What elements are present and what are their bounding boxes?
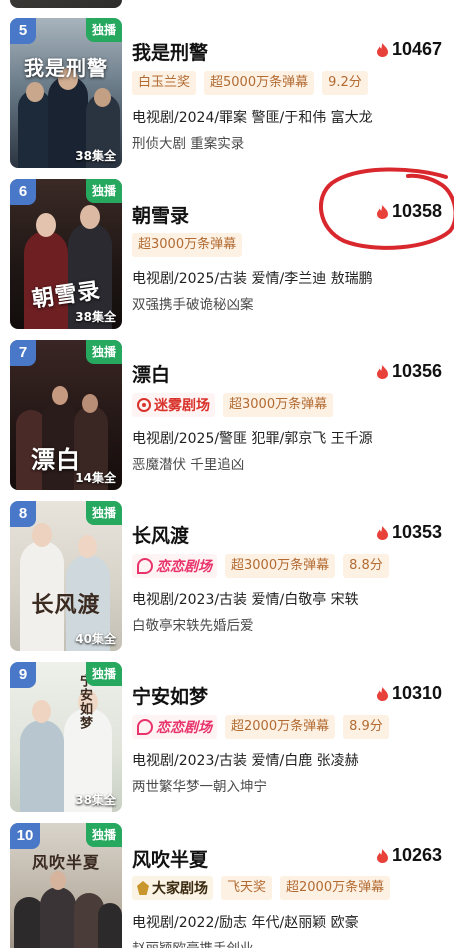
poster[interactable]: 宁安如梦 9 独播 38集全	[10, 662, 122, 812]
heat-score: 10263	[376, 845, 442, 866]
rank-badge: 8	[10, 501, 36, 527]
heat-value: 10467	[391, 39, 442, 59]
list-item[interactable]: 朝雪录 6 独播 38集全 朝雪录 10358 超3000万条弹幕 电视剧/20…	[0, 179, 454, 339]
heat-score: 10467	[376, 39, 442, 60]
list-item[interactable]: 宁安如梦 9 独播 38集全 宁安如梦 10310 恋恋剧场 超2000万条弹幕…	[0, 662, 454, 822]
brand-label: 恋恋剧场	[156, 720, 212, 736]
danmaku-tag: 超5000万条弹幕	[204, 71, 315, 95]
drama-description: 刑侦大剧 重案实录	[132, 136, 245, 152]
poster-title: 我是刑警	[24, 56, 108, 80]
brand-tag: 恋恋剧场	[132, 715, 217, 739]
drama-title[interactable]: 宁安如梦	[132, 682, 208, 709]
tag-list: 恋恋剧场 超2000万条弹幕 8.9分	[132, 715, 389, 739]
heat-score: 10353	[376, 522, 442, 543]
drama-title[interactable]: 长风渡	[132, 521, 189, 548]
list-item[interactable]: 风吹半夏 10 独播 风吹半夏 10263 大家剧场 飞天奖 超2000万条弹幕…	[0, 823, 454, 948]
poster[interactable]: 漂白 7 独播 14集全	[10, 340, 122, 490]
episode-count: 38集全	[75, 793, 116, 807]
episode-count: 14集全	[75, 471, 116, 485]
exclusive-badge: 独播	[85, 18, 122, 42]
flame-icon	[376, 848, 388, 863]
poster[interactable]: 风吹半夏 10 独播	[10, 823, 122, 948]
score-tag: 8.9分	[343, 715, 389, 739]
tag-list: 超3000万条弹幕	[132, 233, 243, 257]
drama-meta: 电视剧/2024/罪案 警匪/于和伟 富大龙	[132, 110, 373, 126]
episode-count: 38集全	[75, 149, 116, 163]
drama-description: 两世繁华梦一朝入坤宁	[132, 779, 267, 795]
drama-description: 白敬亭宋轶先婚后爱	[132, 618, 254, 634]
brand-tag: 迷雾剧场	[132, 393, 215, 417]
danmaku-tag: 超2000万条弹幕	[225, 715, 336, 739]
exclusive-badge: 独播	[85, 340, 122, 364]
heat-value: 10356	[391, 361, 442, 381]
heat-score: 10358	[376, 201, 442, 222]
flame-icon	[376, 364, 388, 379]
list-item[interactable]: 漂白 7 独播 14集全 漂白 10356 迷雾剧场 超3000万条弹幕 电视剧…	[0, 340, 454, 500]
heat-value: 10358	[391, 201, 442, 221]
drama-meta: 电视剧/2025/警匪 犯罪/郭京飞 王千源	[132, 431, 373, 447]
poster-title: 风吹半夏	[31, 853, 100, 872]
poster[interactable]: 朝雪录 6 独播 38集全	[10, 179, 122, 329]
drama-title[interactable]: 风吹半夏	[132, 845, 208, 872]
exclusive-badge: 独播	[85, 823, 122, 847]
danmaku-tag: 超3000万条弹幕	[223, 393, 334, 417]
tag-list: 白玉兰奖 超5000万条弹幕 9.2分	[132, 71, 368, 95]
tag-list: 迷雾剧场 超3000万条弹幕	[132, 393, 334, 417]
theater-logo-icon	[137, 881, 149, 895]
drama-title[interactable]: 漂白	[132, 360, 170, 387]
flame-icon	[376, 686, 388, 701]
exclusive-badge: 独播	[85, 501, 122, 525]
previous-item-poster[interactable]	[10, 0, 122, 8]
brand-label: 大家剧场	[152, 881, 208, 897]
list-item[interactable]: 我是刑警 5 独播 38集全 我是刑警 10467 白玉兰奖 超5000万条弹幕…	[0, 18, 454, 178]
drama-title[interactable]: 我是刑警	[132, 38, 208, 65]
heat-score: 10356	[376, 361, 442, 382]
rank-badge: 9	[10, 662, 36, 688]
danmaku-tag: 超3000万条弹幕	[132, 233, 243, 257]
score-tag: 8.8分	[343, 554, 389, 578]
score-tag: 9.2分	[322, 71, 368, 95]
rank-badge: 5	[10, 18, 36, 44]
theater-logo-icon	[137, 558, 153, 574]
flame-icon	[376, 525, 388, 540]
tag-list: 大家剧场 飞天奖 超2000万条弹幕	[132, 876, 391, 900]
list-item[interactable]: 长风渡 8 独播 40集全 长风渡 10353 恋恋剧场 超3000万条弹幕 8…	[0, 501, 454, 661]
poster-title: 长风渡	[31, 592, 101, 618]
danmaku-tag: 超2000万条弹幕	[280, 876, 391, 900]
heat-score: 10310	[376, 683, 442, 704]
award-tag: 白玉兰奖	[132, 71, 197, 95]
flame-icon	[376, 204, 388, 219]
rank-badge: 6	[10, 179, 36, 205]
rank-badge: 7	[10, 340, 36, 366]
drama-description: 恶魔潜伏 千里追凶	[132, 457, 245, 473]
episode-count: 40集全	[75, 632, 116, 646]
rank-badge: 10	[10, 823, 40, 849]
heat-value: 10310	[391, 683, 442, 703]
heat-value: 10263	[391, 845, 442, 865]
flame-icon	[376, 42, 388, 57]
poster[interactable]: 我是刑警 5 独播 38集全	[10, 18, 122, 168]
tag-list: 恋恋剧场 超3000万条弹幕 8.8分	[132, 554, 389, 578]
brand-tag: 恋恋剧场	[132, 554, 217, 578]
danmaku-tag: 超3000万条弹幕	[225, 554, 336, 578]
drama-meta: 电视剧/2022/励志 年代/赵丽颖 欧豪	[132, 915, 359, 931]
exclusive-badge: 独播	[85, 179, 122, 203]
episode-count: 38集全	[75, 310, 116, 324]
drama-title[interactable]: 朝雪录	[132, 201, 189, 228]
heat-value: 10353	[391, 522, 442, 542]
drama-meta: 电视剧/2023/古装 爱情/白鹿 张凌赫	[132, 753, 359, 769]
award-tag: 飞天奖	[221, 876, 273, 900]
brand-label: 恋恋剧场	[156, 559, 212, 575]
theater-logo-icon	[137, 719, 153, 735]
drama-meta: 电视剧/2023/古装 爱情/白敬亭 宋轶	[132, 592, 359, 608]
exclusive-badge: 独播	[85, 662, 122, 686]
drama-description: 赵丽颖欧豪携手创业	[132, 937, 254, 948]
drama-meta: 电视剧/2025/古装 爱情/李兰迪 敖瑞鹏	[132, 271, 373, 287]
brand-tag: 大家剧场	[132, 876, 213, 900]
brand-label: 迷雾剧场	[154, 398, 210, 414]
drama-description: 双强携手破诡秘凶案	[132, 297, 254, 313]
poster[interactable]: 长风渡 8 独播 40集全	[10, 501, 122, 651]
theater-logo-icon	[137, 398, 151, 412]
